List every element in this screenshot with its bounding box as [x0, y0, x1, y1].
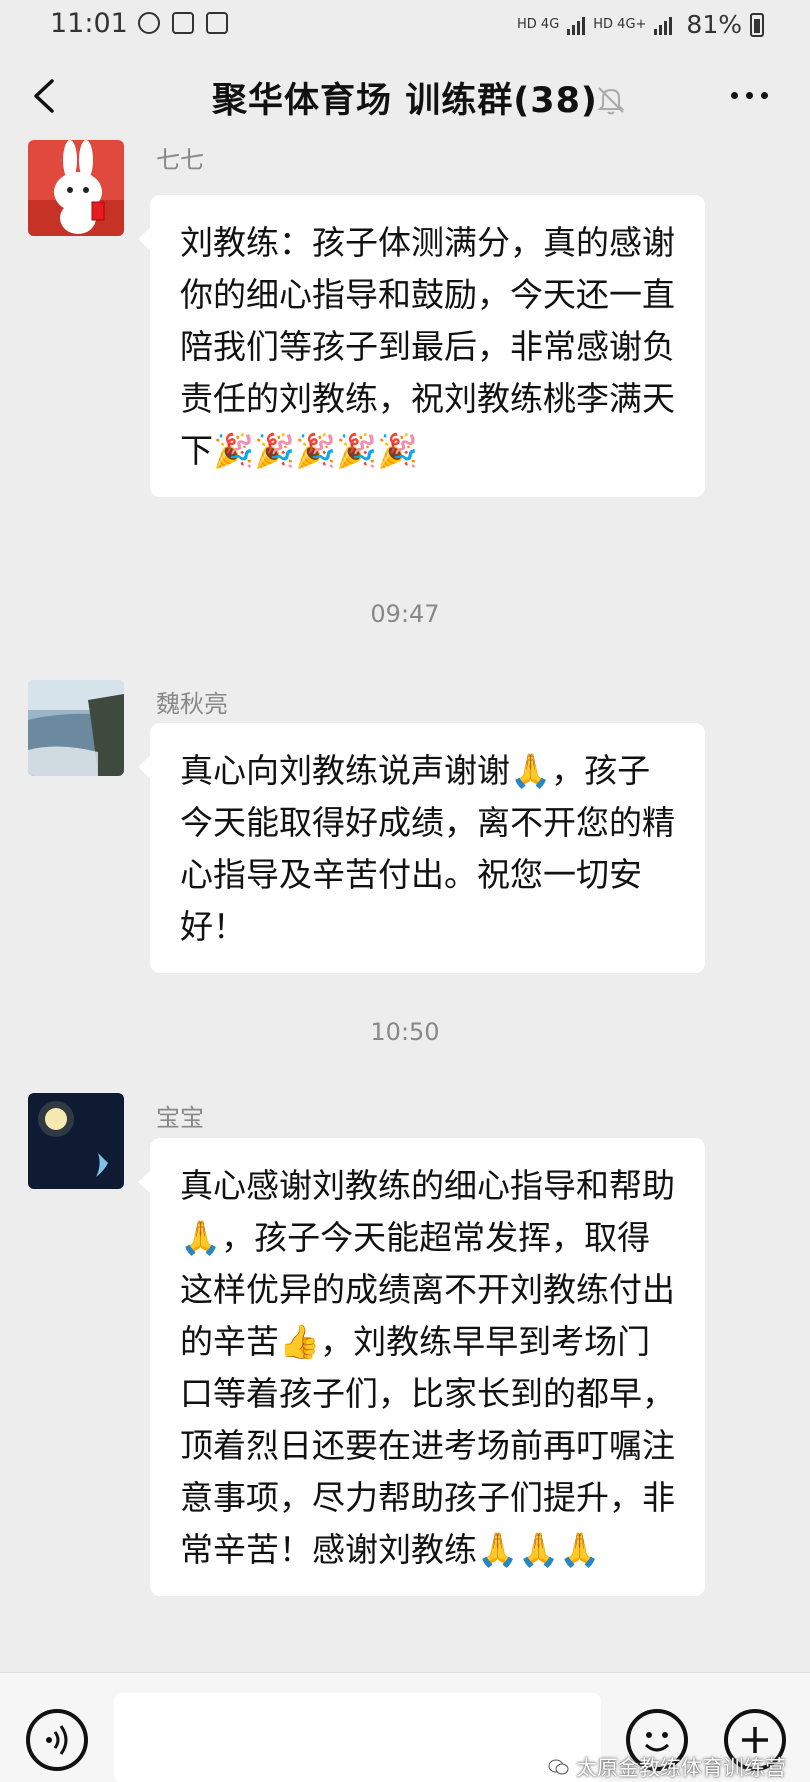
title-row: 聚华体育场 训练群(38) [0, 72, 810, 123]
sync-icon [138, 12, 160, 34]
app-notification-icon [172, 12, 194, 34]
voice-icon [46, 1725, 68, 1755]
network-label-1: HD 4G [517, 17, 560, 32]
sender-name: 宝宝 [156, 1104, 204, 1132]
more-dot [746, 92, 753, 99]
night-moon-avatar[interactable] [28, 1093, 124, 1189]
night-moon-avatar-image [28, 1093, 124, 1189]
signal-icon [567, 15, 586, 35]
message-bubble[interactable]: 刘教练：孩子体测满分，真的感谢你的细心指导和鼓励，今天还一直陪我们等孩子到最后，… [138, 195, 705, 497]
image-icon [206, 12, 228, 34]
timestamp: 10:50 [370, 1018, 440, 1046]
more-dot [761, 92, 768, 99]
watermark: 太原金教练体育训练营 [548, 1752, 786, 1782]
signal-icon-2 [654, 15, 673, 35]
battery-icon [750, 12, 764, 37]
message-bubble[interactable]: 真心感谢刘教练的细心指导和帮助🙏，孩子今天能超常发挥，取得这样优异的成绩离不开刘… [138, 1138, 705, 1596]
chat-title: 聚华体育场 训练群(38) [212, 81, 598, 121]
battery-percent: 81% [686, 10, 742, 39]
message-input[interactable] [114, 1693, 601, 1782]
notification-icons [138, 12, 228, 34]
bell-muted-icon [597, 87, 625, 115]
coast-avatar[interactable] [28, 680, 124, 776]
chat-screen: 11:01 HD 4G HD 4G+ 81% 聚华体育场 训练群(38) 七七 … [0, 0, 810, 1782]
sender-name: 魏秋亮 [156, 690, 228, 718]
timestamp: 09:47 [370, 600, 440, 628]
network-label-2: HD 4G+ [593, 17, 647, 32]
chat-header: 聚华体育场 训练群(38) [0, 50, 810, 140]
voice-button[interactable] [26, 1709, 88, 1771]
wechat-logo-icon [548, 1759, 569, 1775]
coast-avatar-image [28, 680, 124, 776]
status-time: 11:01 [50, 8, 128, 39]
rabbit-avatar-image [28, 140, 124, 236]
message-bubble[interactable]: 真心向刘教练说声谢谢🙏，孩子今天能取得好成绩，离不开您的精心指导及辛苦付出。祝您… [138, 723, 705, 973]
more-dot [731, 92, 738, 99]
status-right: HD 4G HD 4G+ 81% [517, 10, 764, 39]
watermark-text: 太原金教练体育训练营 [576, 1756, 786, 1780]
status-bar: 11:01 HD 4G HD 4G+ 81% [0, 0, 810, 50]
sender-name: 七七 [156, 146, 204, 174]
more-button[interactable] [731, 92, 768, 99]
rabbit-avatar[interactable] [28, 140, 124, 236]
